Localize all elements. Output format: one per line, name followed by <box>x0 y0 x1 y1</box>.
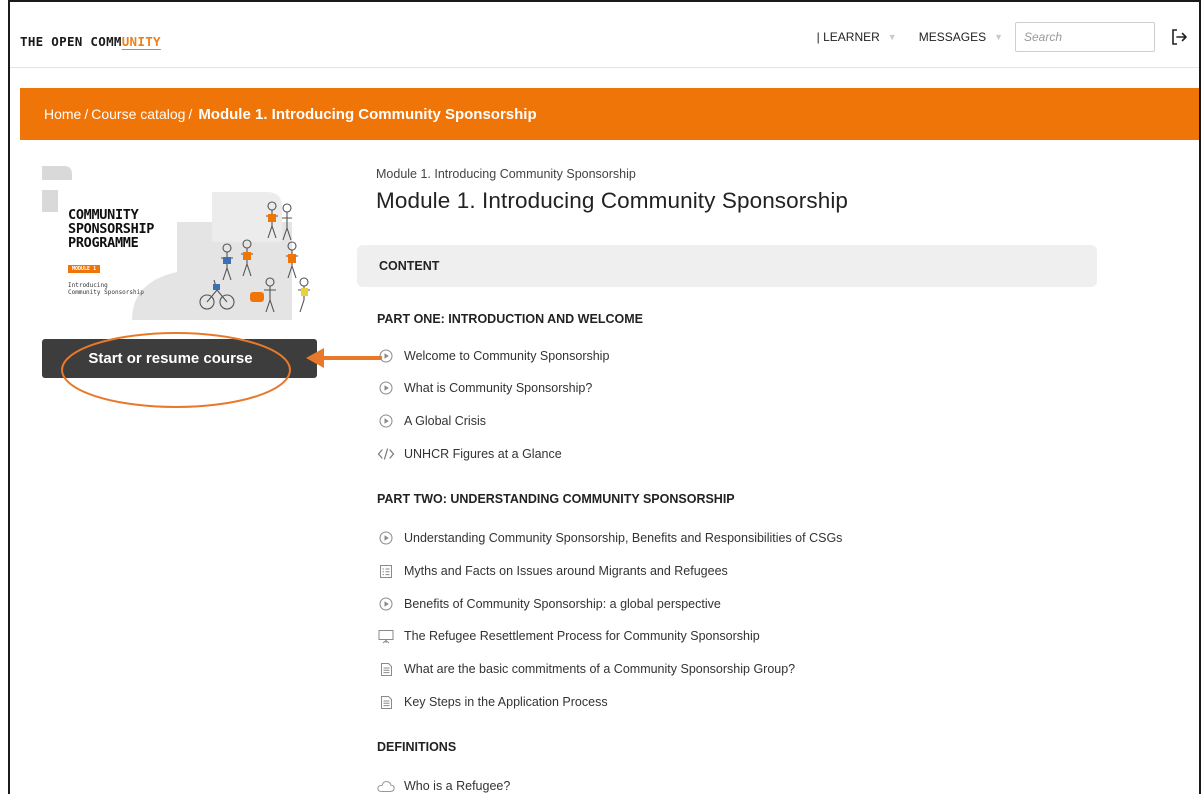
content-header: CONTENT <box>357 245 1097 287</box>
lesson-label: Who is a Refugee? <box>404 779 511 793</box>
lesson-item[interactable]: What are the basic commitments of a Comm… <box>377 661 795 677</box>
nav-learner-label: | LEARNER <box>816 30 880 44</box>
chevron-down-icon: ▼ <box>994 32 1003 42</box>
module-subtitle: Module 1. Introducing Community Sponsors… <box>376 167 636 181</box>
lesson-label: UNHCR Figures at a Glance <box>404 447 562 461</box>
presentation-icon <box>377 628 395 644</box>
app-window: THE OPEN COMMUNITY | LEARNER ▼ MESSAGES … <box>8 0 1201 794</box>
logout-icon[interactable] <box>1169 27 1189 47</box>
lesson-label: Key Steps in the Application Process <box>404 695 608 709</box>
lesson-label: What is Community Sponsorship? <box>404 381 593 395</box>
start-resume-course-label: Start or resume course <box>88 350 253 367</box>
search-input[interactable] <box>1015 22 1155 52</box>
cover-subtitle-line: Community Sponsorship <box>68 289 144 296</box>
section-heading: PART TWO: UNDERSTANDING COMMUNITY SPONSO… <box>377 492 735 506</box>
nav-messages-label: MESSAGES <box>918 30 987 44</box>
lesson-label: Myths and Facts on Issues around Migrant… <box>404 564 728 578</box>
cover-subtitle-line: Introducing <box>68 282 108 289</box>
breadcrumb-course-catalog[interactable]: Course catalog <box>91 106 185 122</box>
lesson-item[interactable]: Who is a Refugee? <box>377 778 510 794</box>
top-navbar: THE OPEN COMMUNITY | LEARNER ▼ MESSAGES … <box>10 2 1199 68</box>
lesson-item[interactable]: Welcome to Community Sponsorship <box>377 348 609 364</box>
course-cover-image: COMMUNITY SPONSORSHIP PROGRAMME MODULE 1… <box>42 162 317 320</box>
lesson-label: Understanding Community Sponsorship, Ben… <box>404 531 843 545</box>
chevron-down-icon: ▼ <box>887 32 897 42</box>
breadcrumb: Home / Course catalog / Module 1. Introd… <box>20 88 1199 140</box>
play-icon <box>377 530 395 546</box>
lesson-item[interactable]: Benefits of Community Sponsorship: a glo… <box>377 596 721 612</box>
lesson-item[interactable]: A Global Crisis <box>377 413 486 429</box>
site-logo[interactable]: THE OPEN COMMUNITY <box>20 34 161 49</box>
cover-subtitle: Introducing Community Sponsorship <box>68 282 144 296</box>
quiz-icon <box>377 563 395 579</box>
cover-title-line: COMMUNITY <box>68 207 139 223</box>
cover-title-line: SPONSORSHIP <box>68 221 155 237</box>
start-resume-course-button[interactable]: Start or resume course <box>42 339 317 378</box>
breadcrumb-current: Module 1. Introducing Community Sponsors… <box>198 105 537 123</box>
lesson-item[interactable]: Myths and Facts on Issues around Migrant… <box>377 563 728 579</box>
section-heading: PART ONE: INTRODUCTION AND WELCOME <box>377 312 643 326</box>
logo-prefix: THE OPEN COMM <box>20 34 122 49</box>
document-icon <box>377 694 395 710</box>
lesson-item[interactable]: The Refugee Resettlement Process for Com… <box>377 628 760 644</box>
lesson-item[interactable]: What is Community Sponsorship? <box>377 380 592 396</box>
code-icon <box>377 446 395 462</box>
page-title: Module 1. Introducing Community Sponsors… <box>376 188 849 213</box>
lesson-item[interactable]: Key Steps in the Application Process <box>377 694 608 710</box>
cloud-icon <box>377 778 395 794</box>
lesson-label: Welcome to Community Sponsorship <box>404 349 610 363</box>
cover-module-tag: MODULE 1 <box>68 265 101 273</box>
logo-accent: UNITY <box>121 34 161 49</box>
breadcrumb-separator: / <box>84 106 89 122</box>
section-heading: DEFINITIONS <box>377 740 457 754</box>
breadcrumb-home[interactable]: Home <box>44 106 81 122</box>
play-icon <box>377 380 395 396</box>
lesson-item[interactable]: UNHCR Figures at a Glance <box>377 446 562 462</box>
nav-menu: | LEARNER ▼ MESSAGES ▼ <box>817 21 1189 53</box>
lesson-item[interactable]: Understanding Community Sponsorship, Ben… <box>377 530 842 546</box>
breadcrumb-separator: / <box>188 106 193 122</box>
play-icon <box>377 348 395 364</box>
cover-title: COMMUNITY SPONSORSHIP PROGRAMME <box>68 208 154 250</box>
play-icon <box>377 413 395 429</box>
document-icon <box>377 661 395 677</box>
cover-title-line: PROGRAMME <box>68 235 139 251</box>
lesson-label: What are the basic commitments of a Comm… <box>404 662 796 676</box>
lesson-label: Benefits of Community Sponsorship: a glo… <box>404 597 721 611</box>
lesson-label: The Refugee Resettlement Process for Com… <box>404 629 760 643</box>
play-icon <box>377 596 395 612</box>
nav-learner[interactable]: | LEARNER ▼ <box>817 30 897 44</box>
nav-messages[interactable]: MESSAGES ▼ <box>919 30 1003 44</box>
content-label: CONTENT <box>379 259 440 273</box>
lesson-label: A Global Crisis <box>404 414 486 428</box>
